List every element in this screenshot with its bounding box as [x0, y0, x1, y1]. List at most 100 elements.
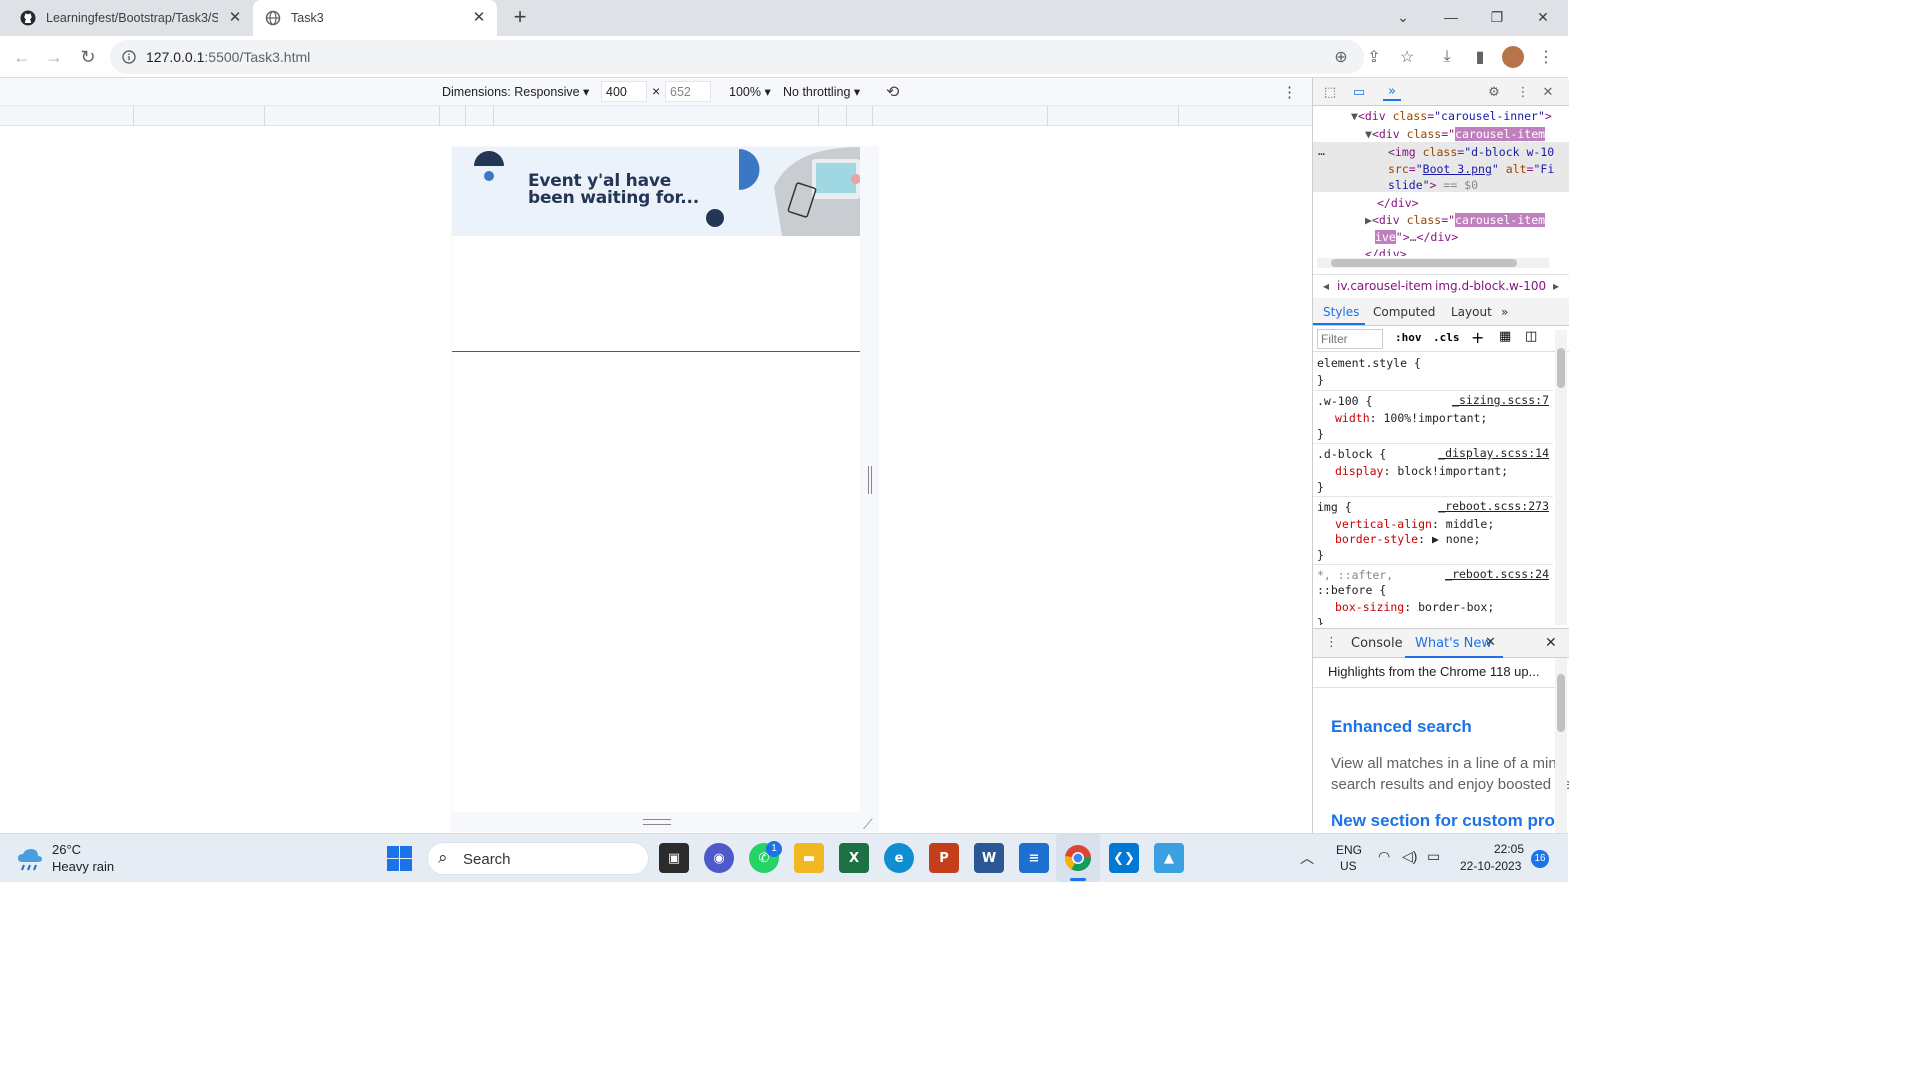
tab-computed[interactable]: Computed [1373, 305, 1435, 319]
tree-node[interactable]: ▶<div class="carousel-item [1365, 212, 1546, 228]
height-input[interactable]: 652 [665, 81, 711, 102]
download-icon[interactable]: ⤓ [1436, 46, 1458, 68]
edge-icon[interactable]: e [884, 843, 914, 873]
region-label[interactable]: US [1340, 859, 1357, 873]
new-rule-icon[interactable]: + [1471, 328, 1484, 347]
photos-icon[interactable]: ▲ [1154, 843, 1184, 873]
task-view-icon[interactable]: ▣ [659, 843, 689, 873]
battery-icon[interactable]: ▭ [1427, 848, 1440, 865]
settings-gear-icon[interactable]: ⚙ [1485, 83, 1503, 101]
chrome-icon[interactable] [1064, 844, 1092, 872]
enhanced-search-heading[interactable]: Enhanced search [1331, 717, 1472, 737]
tab-github[interactable]: Learningfest/Bootstrap/Task3/Sc ✕ [8, 0, 253, 36]
zoom-icon[interactable]: ⊕ [1330, 46, 1352, 68]
tree-node-attr[interactable]: slide"> == $0 [1388, 177, 1478, 193]
close-devtools-icon[interactable]: ✕ [1539, 83, 1557, 101]
reload-icon[interactable]: ↻ [75, 44, 101, 70]
rule-source-link[interactable]: _reboot.scss:24 [1445, 567, 1549, 581]
media-query-bar[interactable] [0, 106, 1312, 126]
horizontal-scrollbar[interactable] [1317, 258, 1549, 268]
close-tab-icon[interactable]: ✕ [227, 10, 243, 26]
tab-styles[interactable]: Styles [1323, 305, 1359, 319]
tab-layout[interactable]: Layout [1451, 305, 1492, 319]
minimize-button[interactable]: — [1428, 0, 1474, 34]
menu-kebab-icon[interactable]: ⋮ [1535, 46, 1557, 68]
tree-node-attr[interactable]: src="Boot 3.png" alt="Fi [1388, 161, 1554, 177]
clock-date[interactable]: 22-10-2023 [1460, 859, 1521, 873]
devtools-menu-icon[interactable]: ⋮ [1514, 83, 1532, 101]
close-window-button[interactable]: ✕ [1520, 0, 1566, 34]
cls-toggle[interactable]: .cls [1433, 331, 1460, 344]
share-icon[interactable]: ⇪ [1363, 46, 1385, 68]
side-panel-icon[interactable]: ▮ [1469, 46, 1491, 68]
rule-source-link[interactable]: _reboot.scss:273 [1438, 499, 1549, 513]
more-tabs-icon[interactable]: » [1383, 83, 1401, 101]
close-drawer-icon[interactable]: ✕ [1545, 635, 1557, 651]
weather-temp[interactable]: 26°C [52, 842, 81, 857]
tree-node-selected[interactable]: <img class="d-block w-10 [1388, 144, 1554, 160]
tree-node[interactable]: ▼<div class="carousel-inner"> [1351, 108, 1552, 124]
back-icon[interactable]: ← [9, 44, 35, 70]
close-tab-icon[interactable]: ✕ [471, 10, 487, 26]
tab-task3[interactable]: Task3 ✕ [253, 0, 497, 36]
close-tab-icon[interactable]: ✕ [1485, 635, 1496, 650]
profile-avatar[interactable] [1502, 46, 1524, 68]
tab-whats-new[interactable]: What's New [1415, 636, 1492, 651]
css-rule[interactable]: *, ::after, _reboot.scss:24 ::before { b… [1313, 565, 1553, 625]
notification-badge[interactable]: 16 [1531, 850, 1549, 868]
styles-filter-input[interactable] [1317, 329, 1383, 349]
right-resize-handle[interactable] [868, 466, 872, 494]
more-tabs-icon[interactable]: » [1501, 305, 1508, 319]
file-explorer-icon[interactable]: ▬ [794, 843, 824, 873]
styles-scrollbar[interactable] [1555, 330, 1567, 625]
paint-icon[interactable]: ▦ [1499, 329, 1511, 344]
restore-button[interactable]: ❐ [1474, 0, 1520, 34]
vscode-icon[interactable]: ❮❯ [1109, 843, 1139, 873]
info-icon[interactable] [122, 50, 136, 64]
hov-toggle[interactable]: :hov [1395, 331, 1422, 344]
excel-icon[interactable]: X [839, 843, 869, 873]
ellipsis-icon[interactable]: … [1318, 143, 1325, 159]
teams-chat-icon[interactable]: ◉ [704, 843, 734, 873]
taskbar-search[interactable]: ⌕ Search [427, 842, 649, 875]
weather-rain-icon[interactable] [16, 846, 46, 872]
width-input[interactable]: 400 [601, 81, 647, 102]
volume-icon[interactable]: ◁) [1402, 848, 1417, 865]
carousel-banner-image[interactable]: Event y'al have been waiting for... [452, 147, 860, 236]
tree-node[interactable]: </div> [1377, 195, 1419, 211]
tree-node[interactable]: ▼<div class="carousel-item [1365, 126, 1546, 142]
rule-source-link[interactable]: _sizing.scss:7 [1452, 393, 1549, 407]
clock-time[interactable]: 22:05 [1494, 842, 1524, 856]
sidebar-toggle-icon[interactable]: ◫ [1525, 329, 1537, 344]
bookmark-star-icon[interactable]: ☆ [1396, 46, 1418, 68]
drawer-menu-icon[interactable]: ⋮ [1325, 635, 1338, 650]
forward-icon[interactable]: → [41, 44, 67, 70]
tab-console[interactable]: Console [1351, 636, 1403, 651]
rotate-icon[interactable]: ⟲ [886, 82, 899, 102]
notepad-icon[interactable]: ≡ [1019, 843, 1049, 873]
crumb-item[interactable]: img.d-block.w-100 [1435, 279, 1546, 293]
tab-search-icon[interactable]: ⌄ [1380, 0, 1426, 34]
corner-resize-handle[interactable]: ⟋ [863, 816, 873, 833]
custom-props-heading[interactable]: New section for custom prop [1331, 811, 1565, 831]
zoom-select[interactable]: 100% ▾ [729, 84, 771, 99]
crumb-left-icon[interactable]: ◂ [1323, 279, 1329, 293]
wifi-icon[interactable]: ◠ [1378, 848, 1390, 865]
word-icon[interactable]: W [974, 843, 1004, 873]
throttling-select[interactable]: No throttling ▾ [783, 84, 860, 99]
powerpoint-icon[interactable]: P [929, 843, 959, 873]
more-options-icon[interactable]: ⋮ [1282, 83, 1297, 101]
tree-node[interactable]: </div> [1365, 246, 1407, 256]
rule-source-link[interactable]: _display.scss:14 [1438, 446, 1549, 460]
dimensions-select[interactable]: Dimensions: Responsive ▾ [442, 84, 589, 99]
new-tab-button[interactable]: + [508, 6, 532, 30]
crumb-right-icon[interactable]: ▸ [1553, 279, 1559, 293]
css-rule[interactable]: element.style { } [1313, 353, 1553, 391]
bottom-resize-handle[interactable] [643, 819, 671, 825]
inspect-element-icon[interactable]: ⬚ [1321, 83, 1339, 101]
language-label[interactable]: ENG [1336, 843, 1362, 857]
css-rule[interactable]: .d-block { _display.scss:14 display: blo… [1313, 444, 1553, 497]
device-toggle-icon[interactable]: ▭ [1350, 83, 1368, 101]
crumb-item[interactable]: iv.carousel-item [1337, 279, 1432, 293]
css-rule[interactable]: .w-100 { _sizing.scss:7 width: 100%!impo… [1313, 391, 1553, 444]
